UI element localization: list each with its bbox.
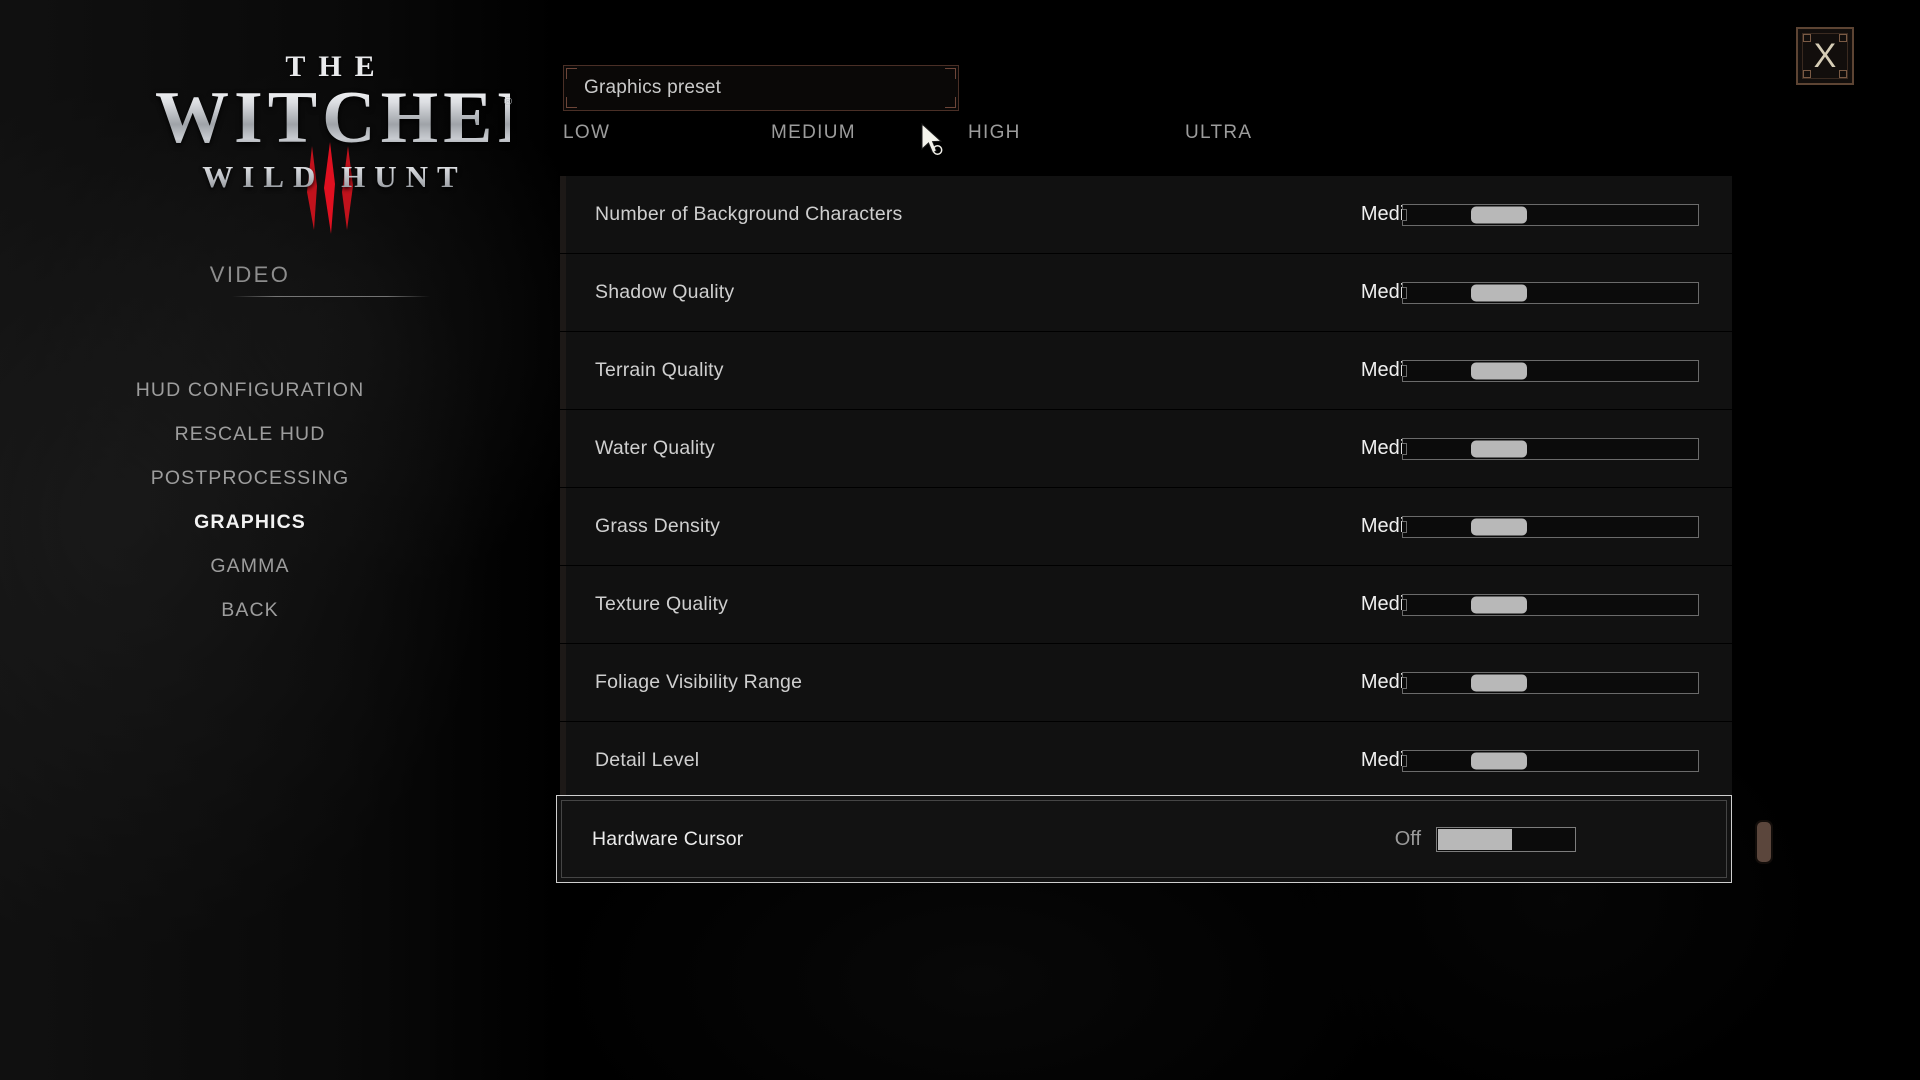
row-label: Detail Level	[595, 749, 700, 771]
row-label: Water Quality	[595, 437, 715, 459]
row-slider[interactable]	[1402, 359, 1699, 382]
scrollbar-thumb[interactable]	[1755, 820, 1773, 864]
sidebar-menu: HUD CONFIGURATION RESCALE HUD POSTPROCESSI…	[110, 368, 390, 632]
graphics-preset-label: Graphics preset	[584, 77, 722, 98]
sidebar-item-graphics[interactable]: GRAPHICS	[110, 500, 390, 544]
game-settings-screen: THE WITCHER WILD HUNT ® VIDEO HUD CONFIG…	[0, 0, 1920, 1080]
row-slider[interactable]	[1402, 671, 1699, 694]
settings-row[interactable]: Shadow Quality Medium	[560, 254, 1732, 332]
settings-row-hardware-cursor[interactable]: Hardware Cursor Off	[556, 795, 1732, 883]
slider-knob[interactable]	[1470, 362, 1527, 379]
sidebar-section-title: VIDEO	[209, 262, 291, 287]
row-label: Grass Density	[595, 515, 721, 537]
corner-ornament-icon	[1803, 70, 1811, 78]
slider-notch-icon	[1402, 364, 1407, 377]
sidebar-divider	[232, 296, 430, 297]
slider-notch-icon	[1402, 676, 1407, 689]
corner-ornament-icon	[1839, 34, 1847, 42]
preset-tab-medium[interactable]: MEDIUM	[771, 122, 856, 144]
slider-notch-icon	[1402, 442, 1407, 455]
sidebar-item-postprocessing[interactable]: POSTPROCESSING	[110, 456, 390, 500]
toggle-knob	[1438, 828, 1512, 850]
slider-knob[interactable]	[1470, 206, 1527, 223]
row-slider[interactable]	[1402, 281, 1699, 304]
slider-knob[interactable]	[1470, 440, 1527, 457]
graphics-preset-dropdown[interactable]: Graphics preset	[563, 65, 959, 111]
registered-mark-icon: ®	[503, 96, 512, 108]
slider-notch-icon	[1402, 286, 1407, 299]
row-value: Off	[1394, 827, 1421, 850]
settings-row[interactable]: Detail Level Medium	[560, 722, 1732, 800]
sidebar-item-back[interactable]: BACK	[110, 588, 390, 632]
settings-list: Number of Background Characters Medium Sha…	[560, 176, 1732, 800]
corner-ornament-icon	[1839, 70, 1847, 78]
settings-row[interactable]: Grass Density Medium	[560, 488, 1732, 566]
row-slider[interactable]	[1402, 593, 1699, 616]
settings-row[interactable]: Number of Background Characters Medium	[560, 176, 1732, 254]
slider-notch-icon	[1402, 208, 1407, 221]
preset-tab-low[interactable]: LOW	[563, 122, 610, 144]
settings-row[interactable]: Water Quality Medium	[560, 410, 1732, 488]
settings-row[interactable]: Foliage Visibility Range Medium	[560, 644, 1732, 722]
corner-ornament-icon	[1803, 34, 1811, 42]
row-label: Hardware Cursor	[592, 827, 744, 850]
game-logo: THE WITCHER WILD HUNT ®	[150, 50, 551, 234]
corner-ornament-icon	[945, 68, 956, 79]
row-label: Texture Quality	[595, 593, 729, 615]
row-slider[interactable]	[1402, 515, 1699, 538]
row-label: Terrain Quality	[595, 359, 724, 381]
preset-tab-high[interactable]: HIGH	[968, 122, 1021, 144]
slider-knob[interactable]	[1470, 518, 1527, 535]
corner-ornament-icon	[945, 97, 956, 108]
slider-notch-icon	[1402, 520, 1407, 533]
slider-knob[interactable]	[1470, 284, 1527, 301]
hardware-cursor-toggle[interactable]	[1436, 826, 1576, 852]
row-slider[interactable]	[1402, 749, 1699, 772]
scrollbar-track[interactable]	[1755, 176, 1773, 883]
slider-knob[interactable]	[1470, 674, 1527, 691]
sidebar-item-rescale-hud[interactable]: RESCALE HUD	[110, 412, 390, 456]
row-label: Shadow Quality	[595, 281, 735, 303]
row-slider[interactable]	[1402, 203, 1699, 226]
corner-ornament-icon	[566, 68, 577, 79]
slider-notch-icon	[1402, 598, 1407, 611]
slider-knob[interactable]	[1470, 596, 1527, 613]
logo-subtitle-text: WILD HUNT	[150, 159, 510, 195]
slider-knob[interactable]	[1470, 752, 1527, 769]
sidebar-item-gamma[interactable]: GAMMA	[110, 544, 390, 588]
settings-row[interactable]: Texture Quality Medium	[560, 566, 1732, 644]
preset-tab-ultra[interactable]: ULTRA	[1185, 122, 1252, 144]
slider-notch-icon	[1402, 754, 1407, 767]
preset-tabs: LOW MEDIUM HIGH ULTRA	[563, 122, 1263, 156]
corner-ornament-icon	[566, 97, 577, 108]
close-icon: X	[1813, 37, 1837, 75]
row-label: Number of Background Characters	[595, 203, 903, 225]
row-label: Foliage Visibility Range	[595, 671, 803, 693]
close-button[interactable]: X	[1796, 27, 1854, 85]
sidebar-item-hud-configuration[interactable]: HUD CONFIGURATION	[110, 368, 390, 412]
settings-row[interactable]: Terrain Quality Medium	[560, 332, 1732, 410]
row-slider[interactable]	[1402, 437, 1699, 460]
